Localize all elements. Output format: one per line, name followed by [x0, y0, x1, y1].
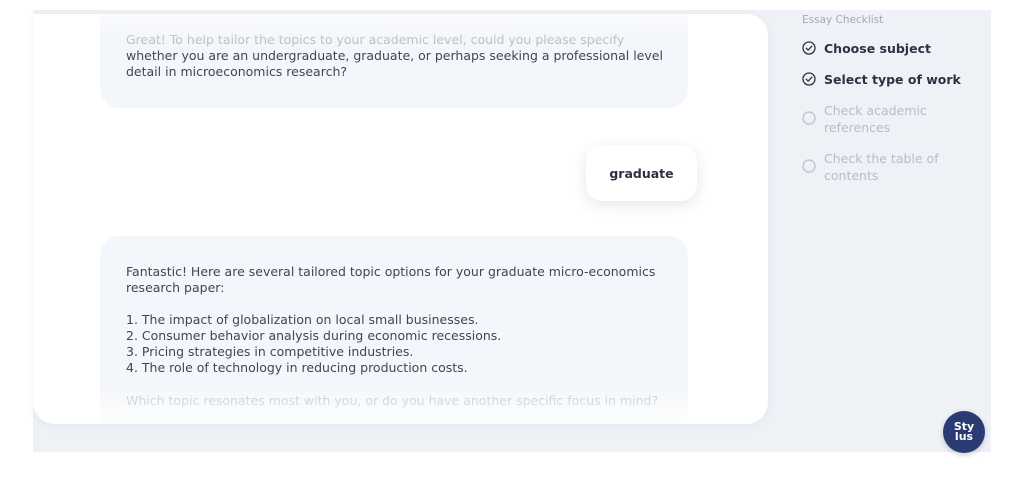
- message-line: research paper:: [126, 280, 225, 295]
- follow-up-question: Which topic resonates most with you, or …: [126, 393, 659, 408]
- logo-text-line2: lus: [954, 430, 974, 443]
- chat-panel: Great! To help tailor the topics to your…: [33, 14, 768, 424]
- topic-item: 2. Consumer behavior analysis during eco…: [126, 328, 502, 343]
- topic-item: 4. The role of technology in reducing pr…: [126, 360, 468, 375]
- assistant-message: Fantastic! Here are several tailored top…: [100, 236, 688, 424]
- checklist-item-select-type[interactable]: Select type of work: [802, 71, 982, 88]
- message-line: whether you are an undergraduate, gradua…: [126, 48, 663, 63]
- message-line: Fantastic! Here are several tailored top…: [126, 264, 656, 279]
- topic-item: 1. The impact of globalization on local …: [126, 312, 479, 327]
- checklist-item-check-toc[interactable]: Check the table of contents: [802, 150, 982, 184]
- message-line: detail in microeconomics research?: [126, 64, 348, 79]
- assistant-message: Great! To help tailor the topics to your…: [100, 14, 688, 108]
- checklist-title: Essay Checklist: [802, 14, 884, 26]
- check-circle-icon: [802, 41, 816, 55]
- message-line: Great! To help tailor the topics to your…: [126, 32, 625, 47]
- checklist-item-choose-subject[interactable]: Choose subject: [802, 40, 982, 57]
- checklist-item-check-references[interactable]: Check academic references: [802, 102, 982, 136]
- stylus-logo-button[interactable]: Sty lus: [943, 411, 985, 453]
- user-message-text: graduate: [609, 165, 674, 181]
- checklist-item-label: Check academic references: [824, 103, 927, 135]
- empty-circle-icon: [802, 159, 816, 173]
- checklist-item-label: Check the table of contents: [824, 151, 939, 183]
- checklist-item-label: Select type of work: [824, 72, 961, 87]
- checklist-item-label: Choose subject: [824, 41, 931, 56]
- check-circle-icon: [802, 72, 816, 86]
- essay-checklist: Essay Checklist Choose subject Select ty…: [802, 14, 982, 198]
- empty-circle-icon: [802, 111, 816, 125]
- user-message: graduate: [586, 145, 697, 201]
- topic-item: 3. Pricing strategies in competitive ind…: [126, 344, 414, 359]
